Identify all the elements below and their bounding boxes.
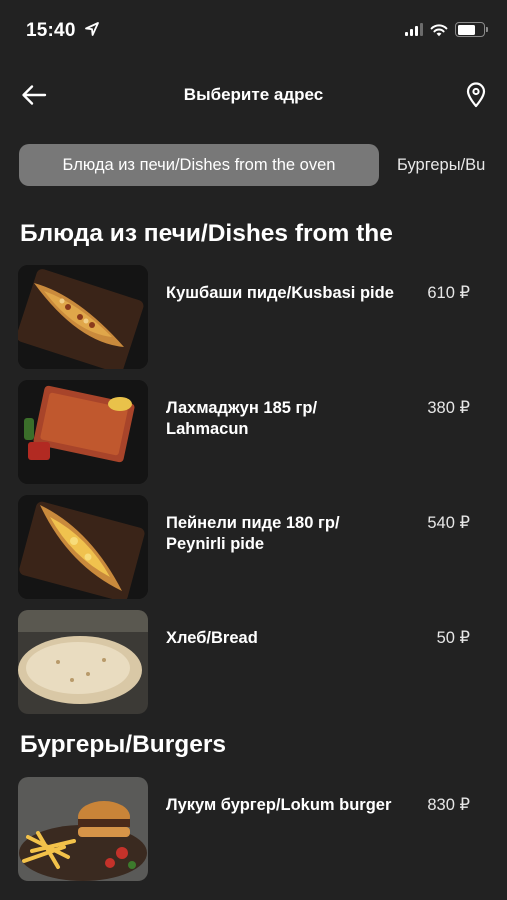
item-price: 380 ₽ [427,399,470,417]
dish-image-kusbasi-pide [18,265,148,369]
dish-image-bread [18,610,148,714]
category-tabs: Блюда из печи/Dishes from the oven Бурге… [0,144,507,186]
address-selector[interactable]: Выберите адрес [0,85,507,105]
menu-item-lahmacun[interactable]: Лахмаджун 185 гр/ Lahmacun 380 ₽ [18,380,488,484]
item-name: Хлеб/Bread [166,629,258,647]
top-bar: Выберите адрес [0,74,507,116]
cellular-signal-icon [405,23,423,36]
menu-item-bread[interactable]: Хлеб/Bread 50 ₽ [18,610,488,714]
section-title-burgers: Бургеры/Burgers [20,731,227,758]
item-name: Лахмаджун 185 гр/ Lahmacun [166,399,318,438]
tab-burgers[interactable]: Бургеры/Bu [397,144,485,186]
battery-icon [455,22,488,37]
item-name: Пейнели пиде 180 гр/ Peynirli pide [166,514,340,553]
wifi-icon [430,23,448,36]
item-price: 830 ₽ [427,796,470,814]
tab-dishes-from-oven[interactable]: Блюда из печи/Dishes from the oven [19,144,379,186]
dish-image-lahmacun [18,380,148,484]
menu-item-peynirli-pide[interactable]: Пейнели пиде 180 гр/ Peynirli pide 540 ₽ [18,495,488,599]
item-price: 50 ₽ [436,629,470,647]
section-title-dishes-from-oven: Блюда из печи/Dishes from the [20,220,393,247]
item-name: Лукум бургер/Lokum burger [166,796,392,814]
location-button[interactable] [461,79,491,111]
item-price: 540 ₽ [427,514,470,532]
item-price: 610 ₽ [427,284,470,302]
menu-item-kusbasi-pide[interactable]: Кушбаши пиде/Kusbasi pide 610 ₽ [18,265,488,369]
dish-image-lokum-burger [18,777,148,881]
location-arrow-icon [85,22,99,36]
status-time: 15:40 [26,20,76,41]
map-pin-icon [466,82,486,108]
dish-image-peynirli-pide [18,495,148,599]
menu-item-lokum-burger[interactable]: Лукум бургер/Lokum burger 830 ₽ [18,777,488,881]
status-bar: 15:40 [0,0,507,60]
status-indicators [405,22,488,37]
item-name: Кушбаши пиде/Kusbasi pide [166,284,394,302]
